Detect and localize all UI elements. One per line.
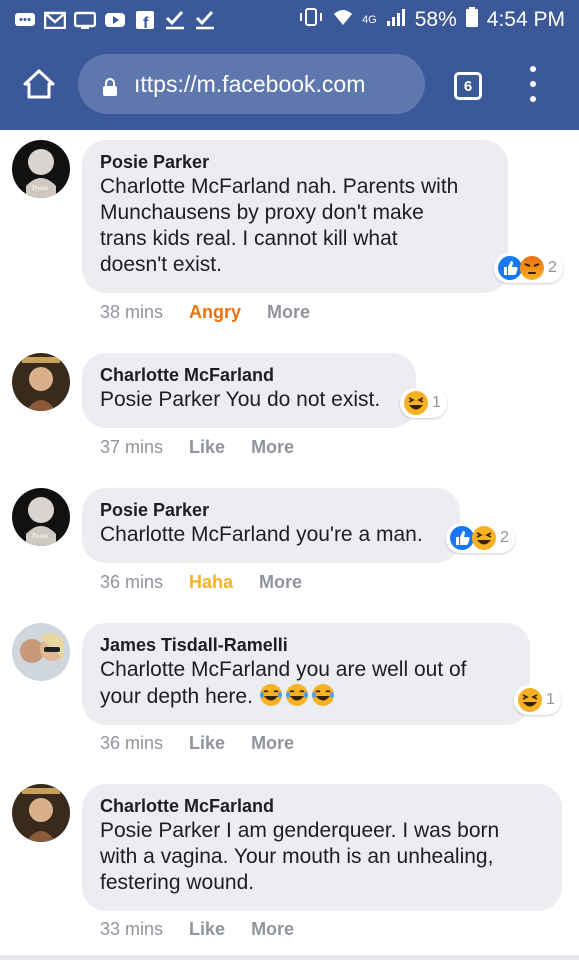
gmail-icon <box>44 10 66 30</box>
comment-actions: 38 mins Angry More <box>100 302 310 323</box>
comment-text: Posie Parker You do not exist. <box>100 388 381 411</box>
svg-text:Posie: Posie <box>32 185 48 192</box>
like-button[interactable]: Like <box>189 733 225 754</box>
browser-header: f 4G 58% 4:54 PM ıttps://m.facebook.com … <box>0 0 579 130</box>
like-button[interactable]: Like <box>189 919 225 940</box>
comment-author[interactable]: Charlotte McFarland <box>100 794 544 818</box>
comment-time[interactable]: 36 mins <box>100 733 163 754</box>
comment-bubble: Charlotte McFarland Posie Parker I am ge… <box>82 784 562 911</box>
youtube-icon <box>104 10 126 30</box>
comment-author[interactable]: Posie Parker <box>100 498 442 522</box>
vibrate-icon <box>298 7 324 33</box>
lock-icon <box>102 75 118 96</box>
reaction-button[interactable]: Angry <box>189 302 241 323</box>
haha-reaction-icon <box>403 390 429 416</box>
reaction-summary[interactable]: 1 <box>514 685 561 715</box>
check-icon <box>164 10 186 30</box>
reaction-count: 2 <box>548 259 557 276</box>
comment-text: Charlotte McFarland you are well out of <box>100 658 467 681</box>
comment-actions: 37 mins Like More <box>100 437 294 458</box>
comment-author[interactable]: James Tisdall-Ramelli <box>100 633 512 657</box>
laughing-tears-emoji <box>259 684 282 706</box>
laughing-tears-emoji <box>285 684 308 706</box>
comment-author[interactable]: Charlotte McFarland <box>100 363 398 387</box>
home-icon[interactable] <box>20 65 58 103</box>
comment-time[interactable]: 38 mins <box>100 302 163 323</box>
menu-icon[interactable] <box>526 66 540 102</box>
tab-count: 6 <box>463 77 473 95</box>
like-button[interactable]: Like <box>189 437 225 458</box>
message-icon <box>14 10 36 30</box>
more-button[interactable]: More <box>251 919 294 940</box>
url-text: ıttps://m.facebook.com <box>134 70 366 97</box>
comment-bubble: Posie Parker Charlotte McFarland nah. Pa… <box>82 140 508 293</box>
comment-author[interactable]: Posie Parker <box>100 150 490 174</box>
avatar[interactable]: Posie <box>12 488 70 546</box>
comment-bubble: James Tisdall-Ramelli Charlotte McFarlan… <box>82 623 530 725</box>
comment-actions: 33 mins Like More <box>100 919 294 940</box>
address-bar[interactable]: ıttps://m.facebook.com <box>78 54 425 114</box>
comment-text: with a vagina. Your mouth is an unhealin… <box>100 845 494 868</box>
comment-text-line: your depth here. <box>100 683 512 710</box>
network-type: 4G <box>362 14 377 26</box>
reaction-button[interactable]: Haha <box>189 572 233 593</box>
avatar[interactable] <box>12 353 70 411</box>
avatar[interactable] <box>12 623 70 681</box>
browser-toolbar: ıttps://m.facebook.com 6 <box>0 48 579 120</box>
more-button[interactable]: More <box>251 733 294 754</box>
comment-time[interactable]: 33 mins <box>100 919 163 940</box>
reaction-summary[interactable]: 1 <box>400 388 447 418</box>
svg-text:f: f <box>143 15 149 30</box>
comment-text: Posie Parker I am genderqueer. I was bor… <box>100 819 500 842</box>
avatar[interactable]: Posie <box>12 140 70 198</box>
facebook-icon: f <box>134 10 156 30</box>
wifi-icon <box>332 7 354 33</box>
haha-reaction-icon <box>517 687 543 713</box>
more-button[interactable]: More <box>251 437 294 458</box>
status-bar: f 4G 58% 4:54 PM <box>0 0 579 40</box>
signal-icon <box>385 7 407 33</box>
comment-bubble: Posie Parker Charlotte McFarland you're … <box>82 488 460 563</box>
comment-bubble: Charlotte McFarland Posie Parker You do … <box>82 353 416 428</box>
comment-actions: 36 mins Haha More <box>100 572 302 593</box>
divider <box>0 955 579 960</box>
comment-text: trans kids real. I cannot kill what <box>100 227 398 250</box>
svg-text:Posie: Posie <box>32 533 48 540</box>
comment-text: doesn't exist. <box>100 253 222 276</box>
reaction-count: 1 <box>432 394 441 411</box>
comment-text: Charlotte McFarland you're a man. <box>100 523 423 546</box>
comment-time[interactable]: 36 mins <box>100 572 163 593</box>
haha-reaction-icon <box>471 525 497 551</box>
tabs-button[interactable]: 6 <box>454 72 482 100</box>
comment-text: festering wound. <box>100 871 255 894</box>
reaction-count: 2 <box>500 529 509 546</box>
chat-icon <box>74 10 96 30</box>
reaction-count: 1 <box>546 691 555 708</box>
reaction-summary[interactable]: 2 <box>446 523 515 553</box>
battery-icon <box>465 6 479 34</box>
comment-time[interactable]: 37 mins <box>100 437 163 458</box>
reaction-summary[interactable]: 2 <box>494 253 563 283</box>
comment-text: your depth here. <box>100 685 253 708</box>
check-icon <box>194 10 216 30</box>
laughing-tears-emoji <box>311 684 334 706</box>
more-button[interactable]: More <box>267 302 310 323</box>
battery-level: 58% <box>414 8 457 31</box>
comment-text: Munchausens by proxy don't make <box>100 201 424 224</box>
comment-actions: 36 mins Like More <box>100 733 294 754</box>
more-button[interactable]: More <box>259 572 302 593</box>
avatar[interactable] <box>12 784 70 842</box>
comment-text: Charlotte McFarland nah. Parents with <box>100 175 459 198</box>
clock: 4:54 PM <box>486 8 565 31</box>
angry-reaction-icon <box>519 255 545 281</box>
